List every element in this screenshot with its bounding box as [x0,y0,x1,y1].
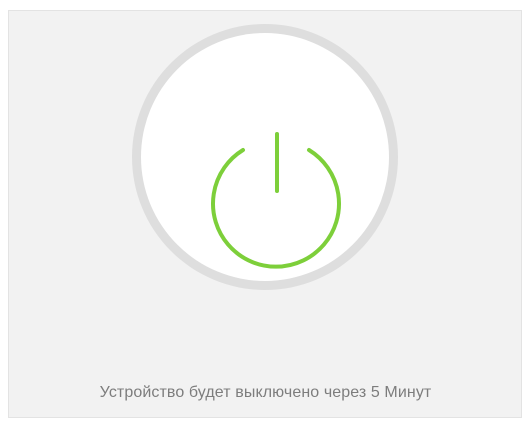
power-button[interactable] [141,33,389,281]
shutdown-status-text: Устройство будет выключено через 5 Минут [99,384,432,401]
power-button-ring [132,24,398,290]
power-panel [8,10,522,418]
power-icon [211,132,341,269]
